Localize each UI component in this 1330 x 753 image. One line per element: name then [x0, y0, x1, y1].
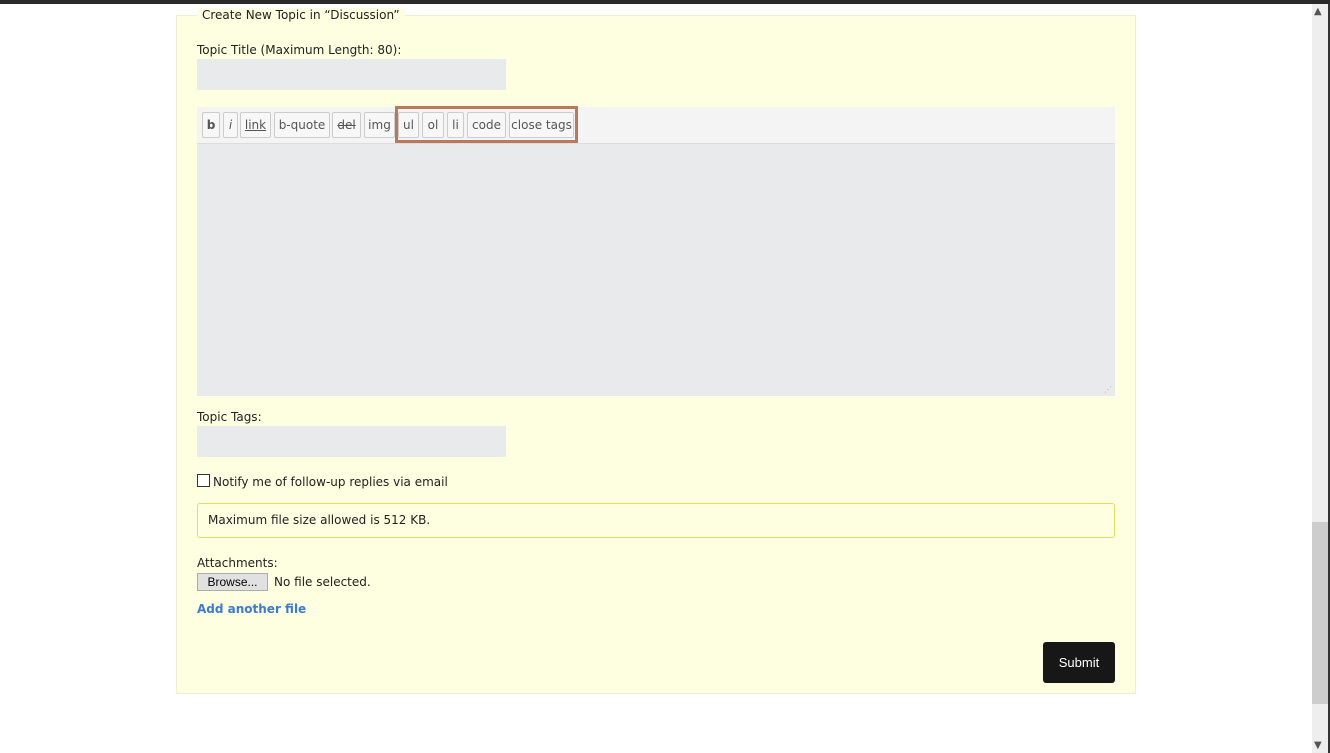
file-status: No file selected. — [274, 575, 371, 589]
window-top-bar — [0, 0, 1330, 4]
topic-body-textarea[interactable]: ⋰ — [197, 144, 1115, 396]
highlight-box — [395, 106, 578, 143]
scroll-down-icon[interactable]: ▼ — [1314, 740, 1322, 751]
submit-button[interactable]: Submit — [1043, 642, 1115, 683]
browse-button[interactable]: Browse... — [197, 573, 268, 591]
notify-checkbox[interactable] — [197, 474, 210, 487]
link-button[interactable]: link — [240, 112, 271, 138]
del-button[interactable]: del — [332, 112, 361, 138]
scroll-up-icon[interactable]: ▲ — [1314, 6, 1322, 17]
bold-button[interactable]: b — [202, 112, 220, 138]
add-another-file-link[interactable]: Add another file — [197, 602, 306, 616]
scrollbar-thumb[interactable] — [1312, 522, 1328, 704]
notify-label: Notify me of follow-up replies via email — [213, 475, 448, 489]
img-button[interactable]: img — [364, 112, 395, 138]
resize-grip-icon[interactable]: ⋰ — [1104, 385, 1112, 394]
blockquote-button[interactable]: b-quote — [274, 112, 330, 138]
attachments-label: Attachments: — [197, 556, 278, 570]
topic-title-label: Topic Title (Maximum Length: 80): — [197, 43, 402, 57]
form-legend: Create New Topic in “Discussion” — [197, 8, 405, 22]
file-size-notice: Maximum file size allowed is 512 KB. — [197, 503, 1115, 538]
topic-tags-input[interactable] — [197, 426, 506, 457]
topic-tags-label: Topic Tags: — [197, 410, 262, 424]
italic-button[interactable]: i — [223, 112, 238, 138]
topic-title-input[interactable] — [197, 59, 506, 90]
